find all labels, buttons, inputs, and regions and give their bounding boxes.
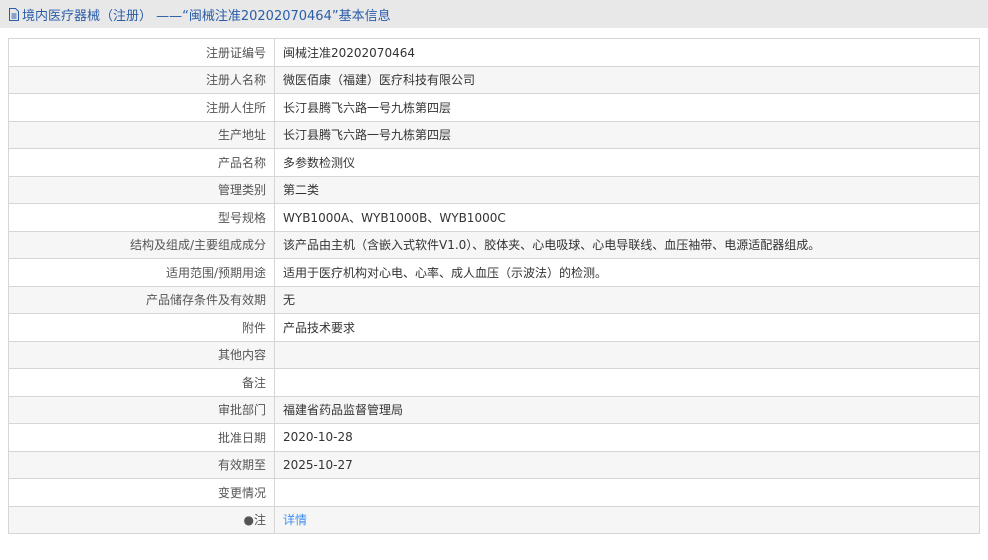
- field-value: 长汀县腾飞六路一号九栋第四层: [274, 93, 980, 122]
- field-label: 注册人名称: [8, 65, 275, 94]
- field-label: 注册人住所: [8, 93, 275, 122]
- field-value: 适用于医疗机构对心电、心率、成人血压（示波法）的检测。: [274, 258, 980, 287]
- table-row: 型号规格 WYB1000A、WYB1000B、WYB1000C: [8, 203, 980, 232]
- field-value: 长汀县腾飞六路一号九栋第四层: [274, 120, 980, 149]
- field-label: 附件: [8, 313, 275, 342]
- field-value: 产品技术要求: [274, 313, 980, 342]
- field-label: 其他内容: [8, 340, 275, 369]
- note-label: ●注: [8, 505, 275, 534]
- table-row: 产品储存条件及有效期无: [8, 285, 980, 314]
- field-label: 注册证编号: [8, 38, 275, 67]
- field-value: 无: [274, 285, 980, 314]
- field-label: 结构及组成/主要组成成分: [8, 230, 275, 259]
- field-value: 第二类: [274, 175, 980, 204]
- note-value: 详情: [274, 505, 980, 534]
- table-row: 备注: [8, 368, 980, 397]
- field-label: 有效期至: [8, 450, 275, 479]
- field-label: 批准日期: [8, 423, 275, 452]
- info-table: 注册证编号 闽械注准20202070464 注册人名称 微医佰康（福建）医疗科技有限公…: [8, 38, 980, 534]
- field-value: 微医佰康（福建）医疗科技有限公司: [274, 65, 980, 94]
- field-label: 管理类别: [8, 175, 275, 204]
- table-row: 注册人住所 长汀县腾飞六路一号九栋第四层: [8, 93, 980, 122]
- field-label: 审批部门: [8, 395, 275, 424]
- field-label: 适用范围/预期用途: [8, 258, 275, 287]
- field-value: [274, 368, 980, 397]
- table-row: 管理类别 第二类: [8, 175, 980, 204]
- field-value: 多参数检测仪: [274, 148, 980, 177]
- field-label: 生产地址: [8, 120, 275, 149]
- field-value: 该产品由主机（含嵌入式软件V1.0）、胶体夹、心电吸球、心电导联线、血压袖带、电…: [274, 230, 980, 259]
- table-row: 结构及组成/主要组成成分 该产品由主机（含嵌入式软件V1.0）、胶体夹、心电吸球、…: [8, 230, 980, 259]
- details-link[interactable]: 详情: [283, 513, 307, 527]
- field-value: 福建省药品监督管理局: [274, 395, 980, 424]
- field-label: 变更情况: [8, 478, 275, 507]
- table-row: 附件 产品技术要求: [8, 313, 980, 342]
- field-label: 产品名称: [8, 148, 275, 177]
- table-row: 注册证编号 闽械注准20202070464: [8, 38, 980, 67]
- table-row: 生产地址 长汀县腾飞六路一号九栋第四层: [8, 120, 980, 149]
- table-row: 适用范围/预期用途 适用于医疗机构对心电、心率、成人血压（示波法）的检测。: [8, 258, 980, 287]
- field-value: [274, 340, 980, 369]
- note-row: ●注 详情: [8, 505, 980, 534]
- page-header: 境内医疗器械（注册） ——“闽械注准20202070464”基本信息: [0, 0, 988, 28]
- table-row: 产品名称 多参数检测仪: [8, 148, 980, 177]
- table-row: 批准日期 2020-10-28: [8, 423, 980, 452]
- lightbulb-icon: ●: [243, 513, 254, 528]
- table-row: 审批部门 福建省药品监督管理局: [8, 395, 980, 424]
- table-row: 变更情况: [8, 478, 980, 507]
- field-value: 闽械注准20202070464: [274, 38, 980, 67]
- field-label: 产品储存条件及有效期: [8, 285, 275, 314]
- field-value: [274, 478, 980, 507]
- document-icon: [9, 7, 19, 21]
- field-value: WYB1000A、WYB1000B、WYB1000C: [274, 203, 980, 232]
- table-row: 注册人名称 微医佰康（福建）医疗科技有限公司: [8, 65, 980, 94]
- page-title: 境内医疗器械（注册） ——“闽械注准20202070464”基本信息: [22, 8, 391, 24]
- field-label: 备注: [8, 368, 275, 397]
- field-value: 2025-10-27: [274, 450, 980, 479]
- table-row: 其他内容: [8, 340, 980, 369]
- table-row: 有效期至 2025-10-27: [8, 450, 980, 479]
- field-label: 型号规格: [8, 203, 275, 232]
- field-value: 2020-10-28: [274, 423, 980, 452]
